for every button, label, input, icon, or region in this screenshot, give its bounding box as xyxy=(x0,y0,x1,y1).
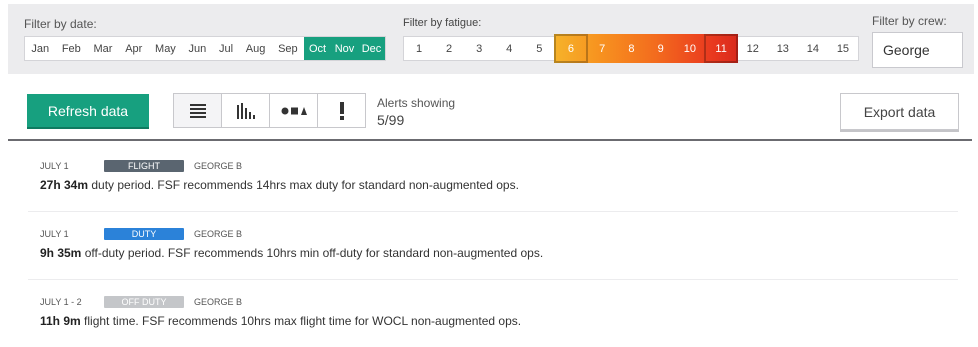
fatigue-level-4[interactable]: 4 xyxy=(494,37,524,60)
bar-chart-view-button[interactable] xyxy=(222,94,270,127)
month-mar[interactable]: Mar xyxy=(87,37,119,60)
fatigue-level-11[interactable]: 11 xyxy=(704,34,738,63)
month-filter: Jan Feb Mar Apr May Jun Jul Aug Sep Oct … xyxy=(24,36,386,61)
view-toggle-group xyxy=(173,93,366,128)
fatigue-level-6[interactable]: 6 xyxy=(554,34,588,63)
export-data-button[interactable]: Export data xyxy=(840,93,959,130)
alerts-view-button[interactable] xyxy=(318,94,365,127)
shapes-icon xyxy=(281,106,307,115)
crew-filter-label: Filter by crew: xyxy=(872,14,947,28)
fatigue-level-1[interactable]: 1 xyxy=(404,37,434,60)
filter-bar: Filter by date: Jan Feb Mar Apr May Jun … xyxy=(8,4,974,74)
alert-date: JULY 1 xyxy=(40,229,69,239)
divider xyxy=(8,139,972,141)
alerts-count: 5/99 xyxy=(377,112,405,128)
fatigue-level-9[interactable]: 9 xyxy=(646,34,675,63)
alert-item[interactable]: JULY 1 FLIGHT GEORGE B 27h 34m duty peri… xyxy=(28,144,958,212)
month-aug[interactable]: Aug xyxy=(239,37,271,60)
list-icon xyxy=(189,103,206,118)
fatigue-level-13[interactable]: 13 xyxy=(768,37,798,60)
month-sep[interactable]: Sep xyxy=(272,37,304,60)
alert-meta: JULY 1 DUTY GEORGE B xyxy=(40,228,242,240)
alert-message: 9h 35m off-duty period. FSF recommends 1… xyxy=(40,246,543,260)
crew-input[interactable]: George xyxy=(872,32,963,68)
alert-crew: GEORGE B xyxy=(194,297,243,307)
month-nov[interactable]: Nov xyxy=(331,37,359,60)
alert-item[interactable]: JULY 1 - 2 OFF DUTY GEORGE B 11h 9m flig… xyxy=(28,280,958,347)
fatigue-level-5[interactable]: 5 xyxy=(524,37,554,60)
bar-chart-icon xyxy=(236,102,255,119)
alert-message: 27h 34m duty period. FSF recommends 14hr… xyxy=(40,178,519,192)
alert-value: 27h 34m xyxy=(40,178,89,192)
month-feb[interactable]: Feb xyxy=(55,37,87,60)
month-jun[interactable]: Jun xyxy=(182,37,212,60)
fatigue-selected-range[interactable]: 6 7 8 9 10 11 xyxy=(554,34,738,63)
alerts-showing-label: Alerts showing xyxy=(377,96,456,110)
alert-date: JULY 1 xyxy=(40,161,69,171)
alert-meta: JULY 1 - 2 OFF DUTY GEORGE B xyxy=(40,296,242,308)
alert-crew: GEORGE B xyxy=(194,229,243,239)
fatigue-level-15[interactable]: 15 xyxy=(828,37,858,60)
alert-value: 9h 35m xyxy=(40,246,82,260)
fatigue-filter: 1 2 3 4 5 6 7 8 9 10 11 12 13 14 15 xyxy=(403,34,859,63)
alert-icon xyxy=(339,101,344,120)
alert-date: JULY 1 - 2 xyxy=(40,297,82,307)
fatigue-level-7[interactable]: 7 xyxy=(588,34,617,63)
alert-text: flight time. FSF recommends 10hrs max fl… xyxy=(80,314,522,328)
month-dec[interactable]: Dec xyxy=(358,37,386,60)
date-filter-label: Filter by date: xyxy=(24,17,97,31)
month-oct[interactable]: Oct xyxy=(304,37,332,60)
fatigue-level-12[interactable]: 12 xyxy=(738,37,768,60)
month-jan[interactable]: Jan xyxy=(25,37,55,60)
alert-type-badge: FLIGHT xyxy=(104,160,184,172)
refresh-data-button[interactable]: Refresh data xyxy=(27,94,149,127)
shapes-view-button[interactable] xyxy=(270,94,318,127)
alert-type-badge: OFF DUTY xyxy=(104,296,184,308)
fatigue-level-10[interactable]: 10 xyxy=(675,34,704,63)
month-apr[interactable]: Apr xyxy=(119,37,149,60)
fatigue-filter-label: Filter by fatigue: xyxy=(403,17,482,29)
alert-text: off-duty period. FSF recommends 10hrs mi… xyxy=(81,246,544,260)
alert-value: 11h 9m xyxy=(40,314,81,328)
alert-type-badge: DUTY xyxy=(104,228,184,240)
list-view-button[interactable] xyxy=(174,94,222,127)
fatigue-level-2[interactable]: 2 xyxy=(434,37,464,60)
alert-meta: JULY 1 FLIGHT GEORGE B xyxy=(40,160,242,172)
month-may[interactable]: May xyxy=(149,37,183,60)
alert-message: 11h 9m flight time. FSF recommends 10hrs… xyxy=(40,314,521,328)
alert-text: duty period. FSF recommends 14hrs max du… xyxy=(88,178,519,192)
alert-crew: GEORGE B xyxy=(194,161,243,171)
fatigue-level-14[interactable]: 14 xyxy=(798,37,828,60)
fatigue-level-3[interactable]: 3 xyxy=(464,37,494,60)
alert-item[interactable]: JULY 1 DUTY GEORGE B 9h 35m off-duty per… xyxy=(28,212,958,280)
fatigue-level-8[interactable]: 8 xyxy=(617,34,646,63)
month-jul[interactable]: Jul xyxy=(213,37,240,60)
